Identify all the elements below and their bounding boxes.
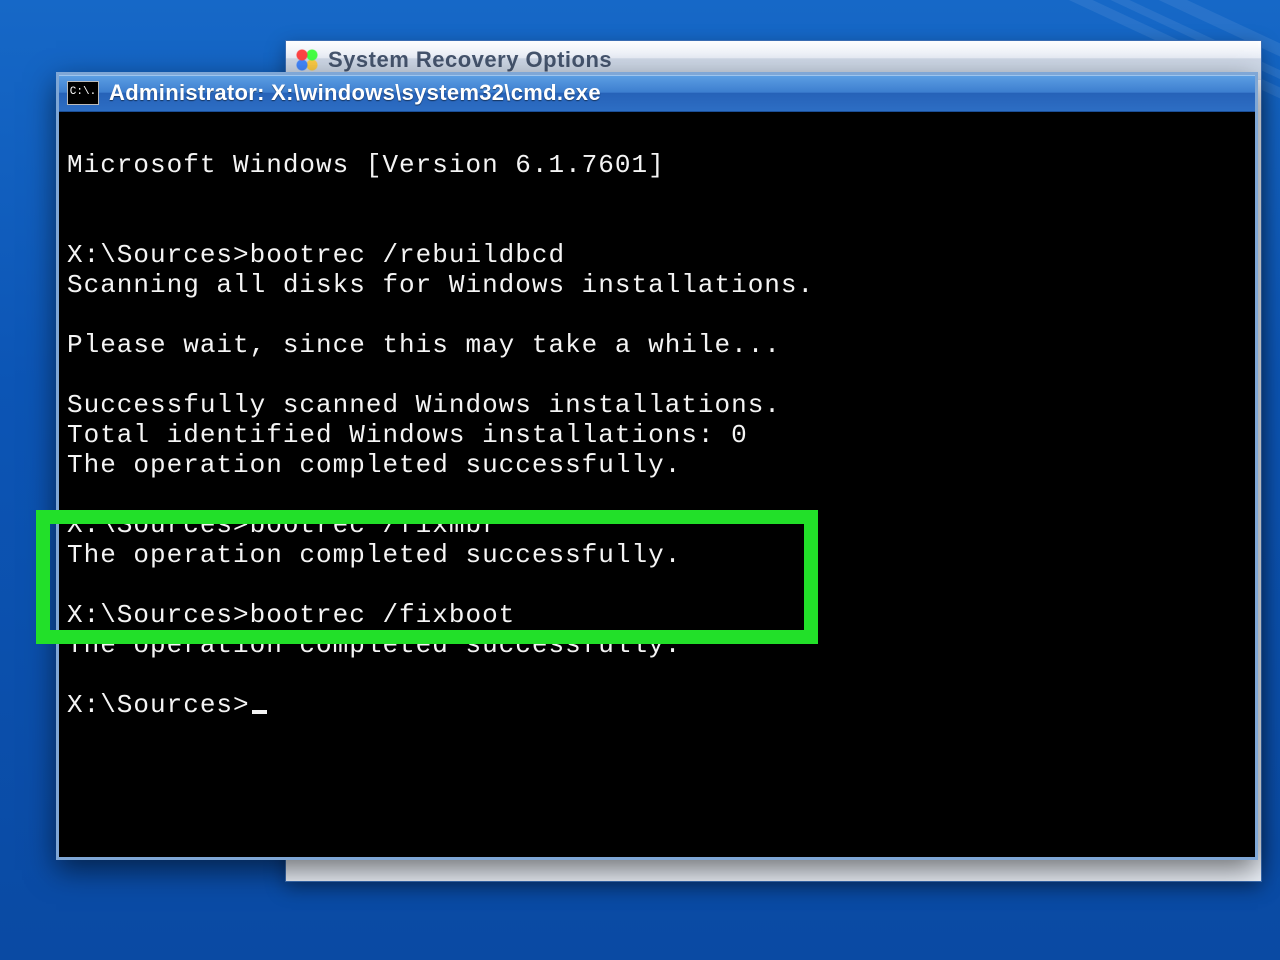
cmd-line: Microsoft Windows [Version 6.1.7601] xyxy=(67,150,665,180)
cmd-cursor xyxy=(252,710,267,714)
cmd-output[interactable]: Microsoft Windows [Version 6.1.7601] X:\… xyxy=(59,112,1255,857)
cmd-window: C:\. Administrator: X:\windows\system32\… xyxy=(56,72,1258,860)
cmd-prompt-line: X:\Sources> xyxy=(67,690,267,720)
cmd-line: Successfully scanned Windows installatio… xyxy=(67,390,781,420)
cmd-line: The operation completed successfully. xyxy=(67,450,681,480)
cmd-line: Please wait, since this may take a while… xyxy=(67,330,781,360)
cmd-line: X:\Sources>bootrec /rebuildbcd xyxy=(67,240,565,270)
windows-flag-icon xyxy=(296,49,318,71)
cmd-prompt-text: X:\Sources> xyxy=(67,690,250,720)
cmd-line: The operation completed successfully. xyxy=(67,540,681,570)
system-recovery-title: System Recovery Options xyxy=(328,47,612,73)
cmd-line: X:\Sources>bootrec /fixmbr xyxy=(67,510,499,540)
cmd-titlebar[interactable]: C:\. Administrator: X:\windows\system32\… xyxy=(59,75,1255,112)
cmd-line: Scanning all disks for Windows installat… xyxy=(67,270,814,300)
cmd-line: Total identified Windows installations: … xyxy=(67,420,748,450)
cmd-window-title: Administrator: X:\windows\system32\cmd.e… xyxy=(109,80,601,106)
cmd-line: X:\Sources>bootrec /fixboot xyxy=(67,600,515,630)
cmd-line: The operation completed successfully. xyxy=(67,630,681,660)
cmd-icon: C:\. xyxy=(67,81,99,105)
